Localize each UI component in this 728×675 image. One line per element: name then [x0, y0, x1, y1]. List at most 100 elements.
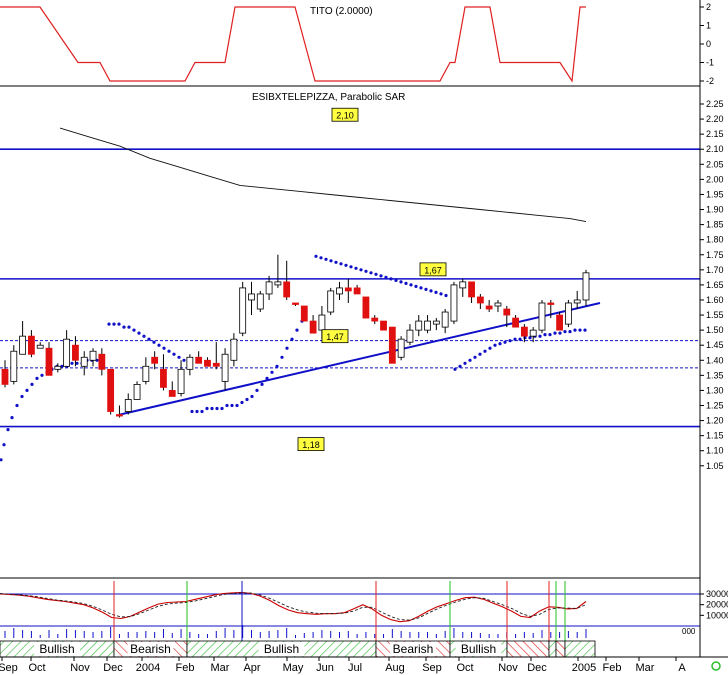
x-tick-label: 2005 — [572, 662, 596, 674]
candle-body — [538, 302, 546, 331]
sar-dot — [215, 406, 219, 411]
candle — [441, 309, 449, 334]
candle-body — [573, 299, 581, 304]
candle — [107, 368, 115, 415]
sar-dot — [127, 325, 131, 329]
sar-dot — [548, 333, 552, 337]
candle-body — [468, 281, 475, 298]
status-indicator-icon[interactable] — [711, 661, 721, 671]
volume-tick-label: 10000 — [706, 610, 728, 620]
candle-body — [476, 296, 484, 304]
sar-dot — [177, 355, 181, 359]
candle-body — [292, 302, 299, 305]
candle-body — [380, 320, 387, 331]
sar-dot — [162, 346, 166, 350]
sar-dot — [468, 358, 472, 362]
sar-dot — [324, 257, 328, 261]
candle-body — [107, 368, 115, 412]
sar-dot — [152, 340, 156, 344]
sar-dot — [429, 289, 433, 293]
sar-dot — [434, 290, 438, 294]
volume-bars — [4, 625, 587, 638]
sar-dot — [290, 337, 294, 341]
candle-body — [256, 293, 264, 310]
x-tick-label: Oct — [28, 662, 45, 674]
sar-dot — [578, 328, 582, 332]
x-tick-label: Dec — [527, 662, 547, 674]
candle — [564, 299, 572, 328]
candle-body — [415, 320, 423, 331]
sar-dot — [334, 260, 338, 264]
sar-dot — [409, 283, 413, 287]
sar-dot — [230, 403, 234, 408]
candle-body — [450, 284, 458, 322]
level-label: 1,67 — [424, 265, 442, 275]
candle-body — [10, 350, 18, 382]
price-y-axis: 2.25 2.20 2.15 2.10 2.05 2.00 1.95 1.90 1.85 1.80… — [700, 99, 724, 471]
x-tick-label: Sep — [422, 662, 442, 674]
sar-dot — [339, 262, 343, 266]
x-tick-label: Nov — [498, 662, 518, 674]
sar-dot — [394, 278, 398, 282]
sar-dot — [389, 277, 393, 281]
candle-body — [265, 281, 273, 295]
x-tick-label: 2004 — [136, 662, 160, 674]
candle-body — [98, 353, 106, 370]
candle — [406, 324, 414, 346]
sar-dot — [379, 274, 383, 278]
volume-unit-label: 000 — [682, 627, 696, 636]
candle-body — [582, 272, 590, 301]
candle — [1, 360, 9, 388]
candle-body — [195, 356, 203, 364]
sar-dot — [182, 358, 186, 362]
candle — [204, 357, 211, 367]
sar-dot — [553, 331, 557, 335]
indicator-tick-label: -1 — [706, 58, 714, 68]
candle-body — [406, 329, 414, 343]
sar-dot — [2, 443, 6, 447]
x-tick-label: Mar — [636, 662, 655, 674]
candle-body — [547, 302, 555, 305]
regime-band — [564, 640, 596, 658]
price-tick-label: 1.40 — [706, 355, 724, 365]
price-tick-label: 1.55 — [706, 310, 724, 320]
regime-band — [555, 640, 566, 658]
candle — [160, 354, 167, 391]
sar-dot — [573, 328, 577, 332]
sar-dot — [265, 376, 269, 380]
candle — [186, 354, 194, 376]
sar-dot — [439, 292, 443, 296]
candle-body — [36, 344, 44, 349]
oscillator-line — [0, 591, 587, 623]
candle-body — [1, 368, 9, 385]
volume-lines — [0, 591, 587, 623]
candle-body — [485, 305, 493, 310]
sar-dot — [478, 352, 482, 356]
regime-label: Bullish — [39, 642, 74, 656]
x-tick-label: Feb — [176, 662, 195, 674]
sar-dot — [122, 325, 126, 329]
candle — [468, 281, 475, 303]
tito-line — [0, 6, 586, 83]
sar-dot — [349, 265, 353, 269]
candle — [476, 293, 484, 310]
candle-body — [221, 353, 229, 382]
candle-body — [204, 359, 211, 367]
candle — [485, 299, 493, 313]
candle-body — [177, 368, 185, 394]
indicator-panel: TITO (2.0000) 2 1 0 -1 -2 — [0, 2, 714, 87]
candle — [177, 360, 185, 397]
x-tick-label: Apr — [243, 662, 260, 674]
price-panel: ESIBXTELEPIZZA, Parabolic SAR 2.252.202.… — [0, 92, 724, 471]
sar-dot — [107, 322, 111, 326]
x-tick-label: Oct — [456, 662, 473, 674]
candle — [529, 327, 537, 343]
sar-dot — [364, 269, 368, 273]
sar-dot — [329, 259, 333, 263]
sar-dot — [513, 337, 517, 341]
sar-dot — [30, 382, 34, 386]
sar-dot — [240, 400, 244, 405]
sar-dot — [319, 256, 323, 260]
candle-body — [89, 350, 97, 361]
candle-body — [54, 365, 62, 370]
